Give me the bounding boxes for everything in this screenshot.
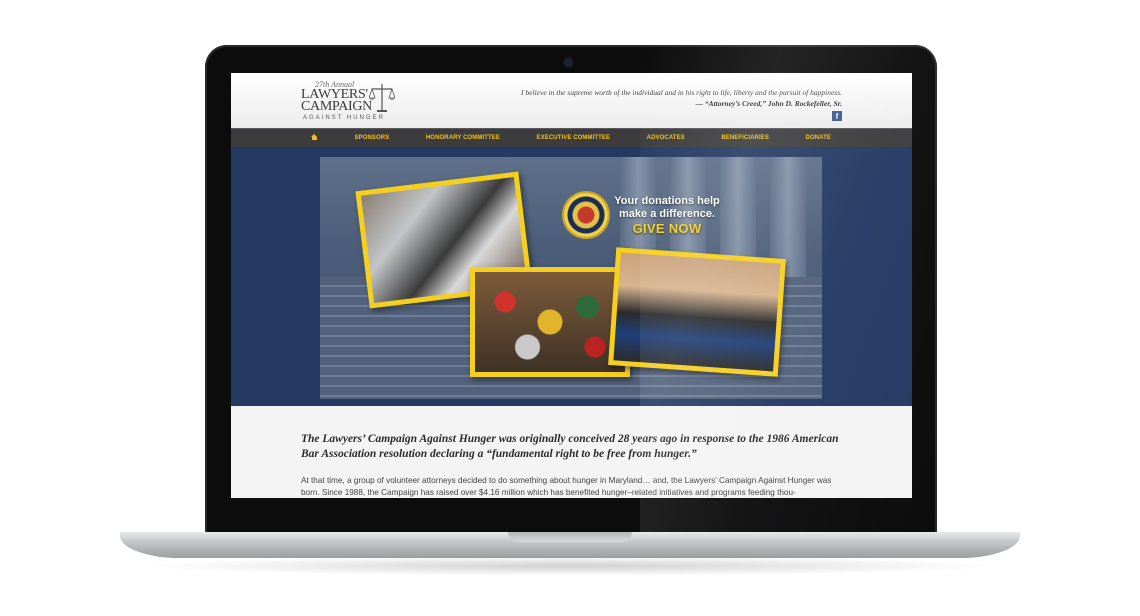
nav-executive-committee[interactable]: EXECUTIVE COMMITTEE [537,135,611,141]
main-content: The Lawyers’ Campaign Against Hunger was… [231,406,912,498]
cta-line-1: Your donations help [614,195,720,207]
lead-paragraph: The Lawyers’ Campaign Against Hunger was… [301,433,839,460]
group-photo [608,247,786,377]
hero-banner[interactable]: Your donations help make a difference. G… [320,157,822,399]
site-header: 27th Annual LAWYERS' CAMPAIGN AGAINST HU… [231,73,912,128]
give-now-button[interactable]: GIVE NOW [612,222,722,235]
quote-text: I believe in the supreme worth of the in… [521,88,842,97]
cta-line-2: make a difference. [619,208,715,220]
home-icon [311,134,318,140]
nav-advocates[interactable]: ADVOCATES [647,135,685,141]
donate-callout[interactable]: Your donations help make a difference. G… [612,195,722,235]
body-paragraph: At that time, a group of volunteer attor… [301,476,832,497]
header-quote: I believe in the supreme worth of the in… [462,87,842,109]
facebook-icon[interactable]: f [832,111,842,121]
nav-home[interactable] [311,134,318,142]
nav-honorary-committee[interactable]: HONORARY COMMITTEE [426,135,500,141]
quote-attribution: — “Attorney’s Creed,” John D. Rockefelle… [695,99,842,108]
main-nav: SPONSORS HONORARY COMMITTEE EXECUTIVE CO… [231,128,912,147]
canned-food-photo [470,267,630,377]
nav-donate[interactable]: DONATE [805,135,831,141]
laptop-shadow [140,556,1000,576]
camera-icon [564,58,573,67]
nav-sponsors[interactable]: SPONSORS [355,135,390,141]
laptop-notch [508,532,632,542]
browser-screen: 27th Annual LAWYERS' CAMPAIGN AGAINST HU… [231,73,912,498]
nav-beneficiaries[interactable]: BENEFICIARIES [721,135,769,141]
site-logo[interactable]: 27th Annual LAWYERS' CAMPAIGN AGAINST HU… [301,80,421,124]
logo-line-2: CAMPAIGN [301,99,372,114]
scales-of-justice-icon [369,84,395,112]
maryland-seal-icon [564,193,608,237]
logo-line-3: AGAINST HUNGER [303,115,385,121]
